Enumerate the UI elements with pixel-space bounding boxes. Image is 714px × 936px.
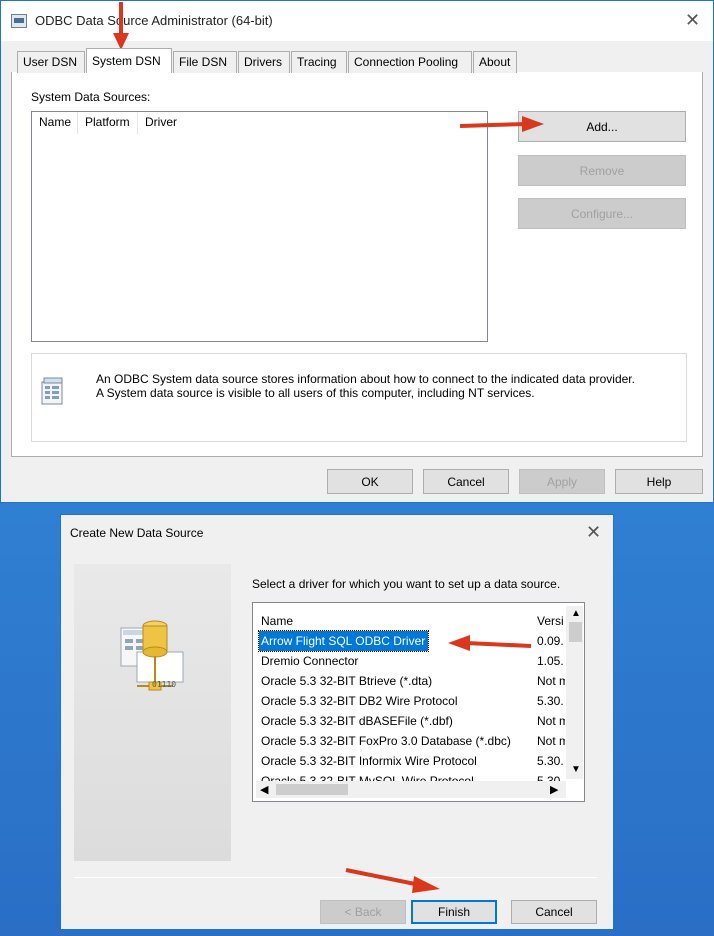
- arrow-to-finish-button-icon: [345, 868, 440, 893]
- annotation-arrows: [113, 2, 544, 893]
- tab-system-dsn[interactable]: System DSN: [86, 48, 172, 73]
- arrow-to-arrow-flight-driver-icon: [448, 635, 532, 651]
- arrow-to-add-button-icon: [459, 116, 544, 132]
- arrow-to-system-dsn-tab-icon: [113, 2, 129, 50]
